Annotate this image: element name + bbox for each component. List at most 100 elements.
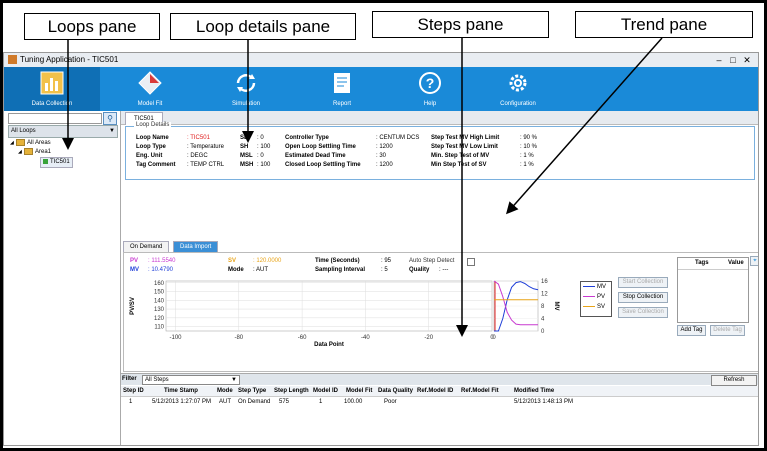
cell-mode: AUT	[219, 399, 231, 405]
detail-label: MSH	[240, 162, 254, 168]
detail-label: SL	[240, 135, 248, 141]
trend-tab-strip: On Demand Data Import	[121, 240, 758, 253]
detail-label: Eng. Unit	[136, 153, 163, 159]
loop-details-pane: Loop Details Loop Name : TIC501 Loop Typ…	[125, 122, 755, 180]
loop-filter-dropdown[interactable]: All Loops ▼	[8, 125, 118, 138]
detail-label: Step Test MV Low Limit	[431, 144, 498, 150]
loop-details-title: Loop Details	[134, 122, 172, 128]
tags-header: Tags	[695, 260, 709, 266]
maximize-button[interactable]: □	[726, 54, 740, 66]
refresh-button[interactable]: Refresh	[711, 375, 757, 386]
legend-label: MV	[597, 284, 606, 290]
ribbon-label: Configuration	[500, 101, 536, 107]
column-header[interactable]: Step Length	[274, 386, 309, 396]
steps-filter-dropdown[interactable]: All Steps ▼	[142, 375, 240, 385]
configuration-button[interactable]: Configuration	[470, 67, 566, 111]
column-header[interactable]: Time Stamp	[164, 386, 198, 396]
detail-value: : 100	[257, 162, 271, 168]
interval-label: Sampling Interval	[315, 267, 366, 273]
y-tick-label: 130	[154, 307, 165, 313]
ribbon-label: Help	[423, 101, 437, 107]
x-tick-label: -60	[298, 335, 307, 341]
tree-node-tic501[interactable]: TIC501	[40, 157, 73, 168]
step-x-tick-label: 0	[492, 335, 496, 341]
help-button[interactable]: ? Help	[382, 67, 478, 111]
simulation-icon	[236, 74, 256, 92]
y2-tick-label: 16	[541, 279, 548, 285]
trend-status: PV : 111.5540 MV : 10.4790 SV : 120.0000…	[126, 253, 758, 371]
column-header[interactable]: Ref.Model Fit	[461, 386, 499, 396]
application-window: Tuning Application - TIC501 – □ ✕ Data Col…	[3, 52, 759, 446]
value-header: Value	[728, 260, 744, 266]
detail-value: : 1 %	[520, 153, 534, 159]
filter-value: All Steps	[145, 377, 169, 383]
column-header[interactable]: Ref.Model ID	[417, 386, 453, 396]
column-header[interactable]: Mode	[217, 386, 233, 396]
detail-value: : 1200	[376, 162, 393, 168]
folder-icon	[24, 148, 33, 155]
legend-label: SV	[597, 304, 606, 310]
cell-data-quality: Poor	[384, 399, 397, 405]
save-collection-button[interactable]: Save Collection	[618, 307, 668, 318]
delete-tag-button[interactable]: Delete Tag	[710, 325, 745, 336]
start-collection-button[interactable]: Start Collection	[618, 277, 668, 288]
simulation-button[interactable]: Simulation	[198, 67, 294, 111]
chevron-down-icon: ▼	[231, 377, 237, 383]
minimize-button[interactable]: –	[712, 54, 726, 66]
detail-value: : 1 %	[520, 162, 534, 168]
ribbon-label: Report	[332, 101, 351, 107]
tree-node-area1[interactable]: ◢ Area1	[18, 148, 51, 157]
detail-label: MSL	[240, 153, 253, 159]
sv-label: SV	[228, 258, 237, 264]
y-tick-label: 140	[154, 298, 165, 304]
ribbon-label: Simulation	[231, 101, 260, 107]
steps-filter-bar: Filter All Steps ▼ Refresh	[121, 374, 758, 386]
mv-label: MV	[130, 267, 139, 273]
detail-value: : 30	[376, 153, 387, 159]
add-tag-button[interactable]: Add Tag	[677, 325, 706, 336]
auto-step-checkbox[interactable]	[467, 258, 475, 266]
title-bar: Tuning Application - TIC501 – □ ✕	[4, 53, 758, 67]
ribbon-label: Data Collection	[31, 101, 73, 107]
svg-text:?: ?	[426, 75, 435, 91]
x-axis-label: Data Point	[314, 342, 344, 348]
table-row[interactable]: 1 5/12/2013 1:27:07 PM AUT On Demand 575…	[121, 397, 758, 407]
column-header[interactable]: Step Type	[238, 386, 266, 396]
loop-tab-strip: TIC501	[121, 111, 758, 125]
column-header[interactable]: Model Fit	[346, 386, 372, 396]
app-icon	[8, 55, 17, 64]
column-header[interactable]: Data Quality	[378, 386, 413, 396]
detail-value: : DEGC	[187, 153, 208, 159]
time-label: Time (Seconds)	[315, 258, 360, 264]
detail-value: : 0	[257, 135, 264, 141]
detail-value: : 90 %	[520, 135, 538, 141]
folder-icon	[16, 139, 25, 146]
detail-label: Loop Name	[136, 135, 169, 141]
report-button[interactable]: Report	[294, 67, 390, 111]
loop-search-input[interactable]	[8, 113, 102, 124]
mv-value: : 10.4790	[148, 267, 174, 273]
x-tick-label: -20	[424, 335, 433, 341]
column-header[interactable]: Model ID	[313, 386, 338, 396]
filter-label: Filter	[122, 376, 137, 382]
y-tick-label: 120	[154, 316, 165, 322]
ribbon-label: Model Fit	[137, 101, 163, 107]
cell-step-length: 575	[279, 399, 290, 405]
legend-pv: PV	[583, 294, 605, 301]
legend-swatch	[583, 295, 595, 297]
data-collection-button[interactable]: Data Collection	[4, 67, 100, 111]
column-header[interactable]: Step ID	[123, 386, 144, 396]
y2-tick-label: 8	[541, 304, 545, 310]
ribbon-toolbar: Data Collection Model Fit Simulation Rep…	[4, 67, 758, 111]
tree-node-all-areas[interactable]: ◢ All Areas	[10, 139, 51, 148]
model-fit-button[interactable]: Model Fit	[102, 67, 198, 111]
expand-icon[interactable]: ⌖	[750, 256, 758, 266]
stop-collection-button[interactable]: Stop Collection	[618, 292, 668, 303]
y-tick-label: 110	[154, 325, 164, 331]
callout-trend-pane: Trend pane	[575, 11, 753, 38]
tree-node-label: All Areas	[27, 140, 51, 147]
column-header[interactable]: Modified Time	[514, 386, 554, 396]
close-button[interactable]: ✕	[740, 54, 754, 66]
cell-step-type: On Demand	[238, 399, 271, 405]
search-icon[interactable]: ⚲	[103, 112, 117, 125]
